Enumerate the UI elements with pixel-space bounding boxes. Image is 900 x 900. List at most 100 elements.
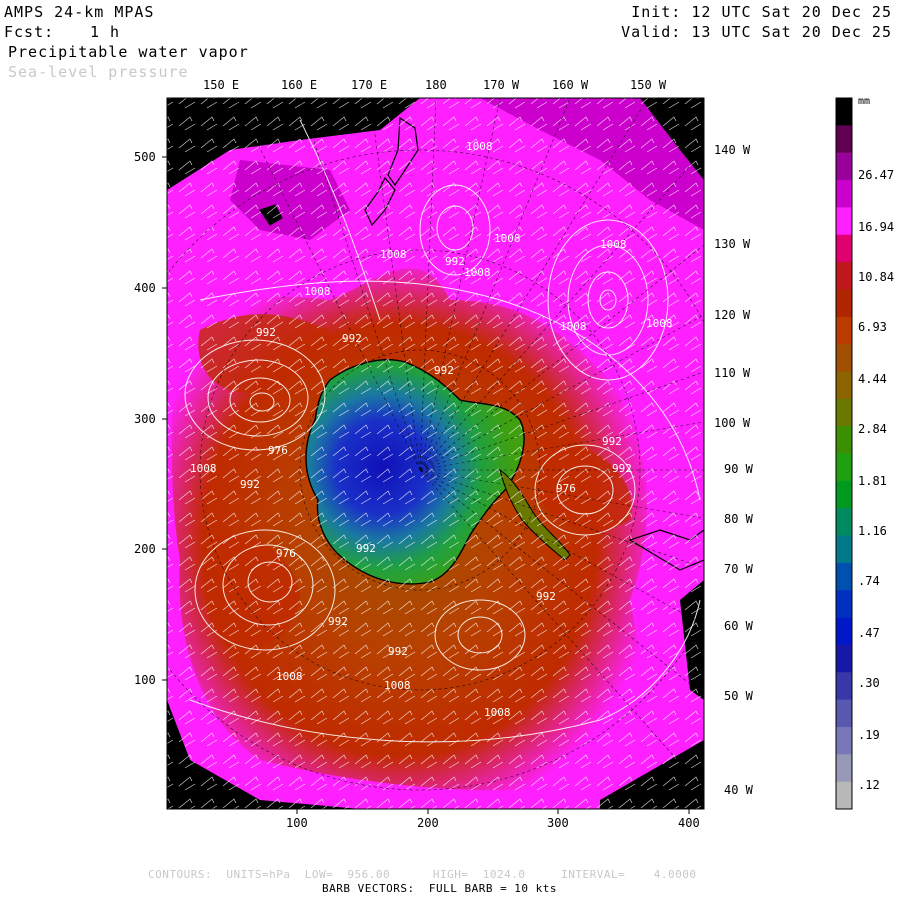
colorbar-label: 16.94 <box>858 220 895 234</box>
colorbar-swatch <box>836 480 852 509</box>
pressure-contour-label: 1008 <box>384 679 411 692</box>
y-tick-label: 300 <box>134 412 156 426</box>
pressure-contour-label: 1008 <box>380 248 407 261</box>
pressure-contour-label: 976 <box>276 547 296 560</box>
colorbar-label: 26.47 <box>858 168 895 182</box>
x-tick-label: 100 <box>286 816 308 830</box>
lon-label-right: 50 W <box>724 689 753 703</box>
colorbar-swatch <box>836 726 852 755</box>
x-tick-label: 400 <box>678 816 700 830</box>
map-figure: 1008 1008 1008 1008 1008 1008 1008 1008 1008 1008… <box>162 97 853 814</box>
lon-label-right: 120 W <box>714 308 751 322</box>
lon-label-right: 100 W <box>714 416 751 430</box>
x-tick-label: 200 <box>417 816 439 830</box>
contour-info: CONTOURS: UNITS=hPa LOW= 956.00 HIGH= 10… <box>148 868 697 881</box>
colorbar-swatch <box>836 590 852 619</box>
lon-label-top: 150 E <box>203 78 240 92</box>
colorbar-label: .30 <box>858 676 880 690</box>
lon-label-right: 110 W <box>714 366 751 380</box>
lon-label-top: 170 E <box>351 78 388 92</box>
colorbar-label: 10.84 <box>858 270 895 284</box>
colorbar-label: 6.93 <box>858 320 887 334</box>
lon-label-right: 140 W <box>714 143 751 157</box>
colorbar-swatch <box>836 562 852 591</box>
lon-label-right: 90 W <box>724 462 753 476</box>
pressure-contour-label: 1008 <box>190 462 217 475</box>
colorbar-label: 4.44 <box>858 372 887 386</box>
pressure-contour-label: 976 <box>556 482 576 495</box>
colorbar-swatch <box>836 125 852 154</box>
field-primary-title: Precipitable water vapor <box>8 43 249 61</box>
colorbar-swatch <box>836 289 852 318</box>
colorbar-swatch <box>836 207 852 236</box>
pressure-contour-label: 1008 <box>560 320 587 333</box>
colorbar-swatch <box>836 234 852 263</box>
lon-label-right: 60 W <box>724 619 753 633</box>
init-time: Init: 12 UTC Sat 20 Dec 25 <box>631 3 892 21</box>
valid-time: Valid: 13 UTC Sat 20 Dec 25 <box>621 23 892 41</box>
colorbar-swatch <box>836 98 852 126</box>
pressure-contour-label: 1008 <box>646 317 673 330</box>
pressure-contour-label: 992 <box>602 435 622 448</box>
pressure-contour-label: 992 <box>388 645 408 658</box>
lon-label-top: 150 W <box>630 78 667 92</box>
colorbar-label: 2.84 <box>858 422 887 436</box>
forecast-value: 1 h <box>90 23 121 41</box>
pressure-contour-label: 1008 <box>464 266 491 279</box>
colorbar-swatch <box>836 398 852 427</box>
colorbar-swatch <box>836 535 852 564</box>
lon-label-right: 130 W <box>714 237 751 251</box>
colorbar-label: 1.81 <box>858 474 887 488</box>
pressure-contour-label: 1008 <box>494 232 521 245</box>
plot-area: 1008 1008 1008 1008 1008 1008 1008 1008 1008 1008… <box>167 98 704 809</box>
pressure-contour-label: 992 <box>240 478 260 491</box>
colorbar-swatch <box>836 699 852 728</box>
pressure-contour-label: 992 <box>328 615 348 628</box>
pressure-contour-label: 992 <box>612 462 632 475</box>
colorbar-label: .12 <box>858 778 880 792</box>
lon-label-top: 160 E <box>281 78 318 92</box>
pressure-contour-label: 992 <box>536 590 556 603</box>
lon-label-top: 170 W <box>483 78 520 92</box>
lon-label-top: 180 <box>425 78 447 92</box>
pressure-contour-label: 992 <box>356 542 376 555</box>
pressure-contour-label: 1008 <box>304 285 331 298</box>
colorbar-label: .74 <box>858 574 880 588</box>
barb-info: BARB VECTORS: FULL BARB = 10 kts <box>322 882 558 895</box>
lon-label-right: 80 W <box>724 512 753 526</box>
lon-label-right: 70 W <box>724 562 753 576</box>
pressure-contour-label: 1008 <box>600 238 627 251</box>
y-tick-label: 100 <box>134 673 156 687</box>
colorbar-swatch <box>836 453 852 482</box>
pressure-contour-label: 992 <box>434 364 454 377</box>
colorbar-swatch <box>836 152 852 181</box>
colorbar-swatch <box>836 672 852 701</box>
y-tick-label: 400 <box>134 281 156 295</box>
lon-label-right: 40 W <box>724 783 753 797</box>
colorbar-swatch <box>836 180 852 208</box>
colorbar <box>836 98 852 810</box>
pressure-contour-label: 992 <box>445 255 465 268</box>
colorbar-swatch <box>836 508 852 537</box>
colorbar-swatch <box>836 262 852 290</box>
pressure-contour-label: 992 <box>342 332 362 345</box>
colorbar-swatch <box>836 371 852 400</box>
colorbar-swatch <box>836 754 852 783</box>
colorbar-swatch <box>836 781 852 810</box>
colorbar-swatch <box>836 644 852 673</box>
colorbar-swatch <box>836 344 852 372</box>
y-tick-label: 500 <box>134 150 156 164</box>
pressure-contour-label: 992 <box>256 326 276 339</box>
colorbar-label: 1.16 <box>858 524 887 538</box>
forecast-label: Fcst: <box>4 23 55 41</box>
model-title: AMPS 24-km MPAS <box>4 3 155 21</box>
wind-barbs-overlay <box>167 98 704 809</box>
lon-label-top: 160 W <box>552 78 589 92</box>
pressure-contour-label: 1008 <box>484 706 511 719</box>
colorbar-label: .47 <box>858 626 880 640</box>
field-secondary-title: Sea-level pressure <box>8 63 189 81</box>
colorbar-swatch <box>836 426 852 454</box>
x-tick-label: 300 <box>547 816 569 830</box>
pressure-contour-label: 1008 <box>276 670 303 683</box>
pressure-contour-label: 1008 <box>466 140 493 153</box>
